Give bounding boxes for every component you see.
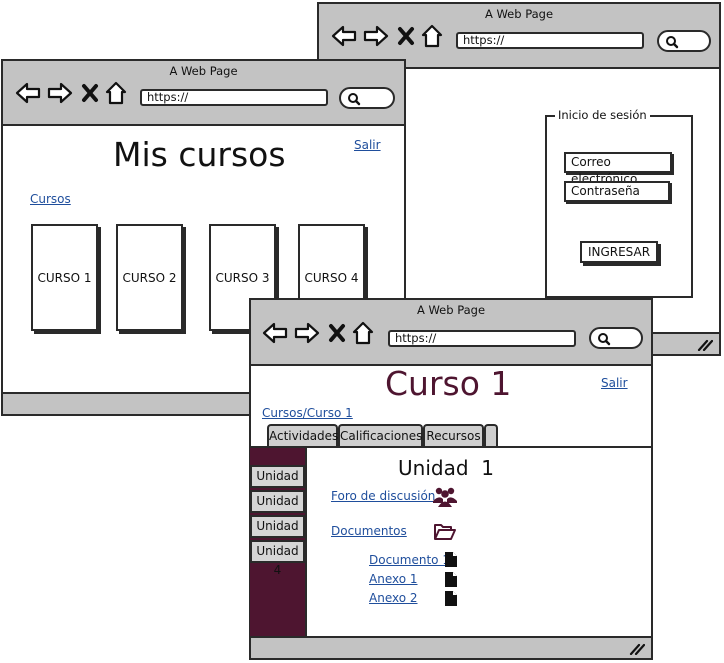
login-button-label: INGRESAR	[587, 245, 651, 259]
tab-label: Recursos	[426, 429, 481, 443]
window-title: A Web Page	[169, 64, 238, 78]
sidebar-item-unidad-4[interactable]: Unidad 4	[250, 540, 305, 577]
documents-link[interactable]: Documentos	[331, 524, 407, 538]
url-input[interactable]: https://	[388, 330, 576, 347]
forum-link[interactable]: Foro de discusión	[331, 489, 435, 503]
document-link-1[interactable]: Documento 1	[369, 553, 450, 567]
resize-grip-icon[interactable]	[629, 643, 645, 655]
back-icon[interactable]	[262, 321, 288, 345]
forward-icon[interactable]	[47, 81, 73, 105]
courses-window-titlebar: A Web Page https://	[3, 61, 404, 126]
course-card-label: CURSO 4	[304, 270, 359, 285]
sidebar-item-unidad-2[interactable]: Unidad 2	[250, 490, 305, 527]
search-box[interactable]	[657, 30, 711, 52]
course-card-label: CURSO 3	[215, 270, 270, 285]
login-button[interactable]: INGRESAR	[580, 241, 658, 263]
window-title: A Web Page	[484, 7, 554, 21]
sidebar-item-unidad-1[interactable]: Unidad 1	[250, 465, 305, 502]
email-field[interactable]: Correo electrónico	[564, 152, 672, 186]
course-card-2[interactable]: CURSO 2	[116, 224, 183, 331]
home-icon[interactable]	[352, 321, 374, 345]
stop-icon[interactable]	[81, 83, 99, 103]
home-icon[interactable]	[105, 81, 127, 105]
search-box[interactable]	[339, 87, 395, 109]
forward-icon[interactable]	[294, 321, 320, 345]
breadcrumb[interactable]: Cursos	[30, 192, 71, 206]
login-fieldset: Inicio de sesión	[545, 108, 693, 298]
folder-open-icon[interactable]	[433, 523, 457, 541]
tab-label: Calificaciones	[340, 429, 423, 443]
tab-recursos[interactable]: Recursos	[423, 424, 484, 446]
url-input[interactable]: https://	[140, 89, 328, 106]
tab-actividades[interactable]: Actividades	[267, 424, 338, 446]
tab-label: Actividades	[269, 429, 339, 443]
logout-link[interactable]: Salir	[354, 138, 381, 152]
back-icon[interactable]	[331, 24, 357, 48]
course-title: Curso 1	[385, 364, 512, 403]
course-card-1[interactable]: CURSO 1	[31, 224, 98, 331]
tab-calificaciones[interactable]: Calificaciones	[338, 424, 423, 446]
stop-icon[interactable]	[328, 323, 346, 343]
course-card-label: CURSO 1	[37, 270, 92, 285]
password-field[interactable]: Contraseña	[564, 181, 670, 202]
search-icon	[666, 36, 679, 49]
stop-icon[interactable]	[397, 26, 415, 46]
file-icon	[445, 591, 457, 606]
breadcrumb[interactable]: Cursos/Curso 1	[262, 406, 353, 420]
document-link-2[interactable]: Anexo 1	[369, 572, 418, 586]
nav-buttons	[331, 24, 443, 48]
nav-buttons	[15, 81, 127, 105]
forward-icon[interactable]	[363, 24, 389, 48]
status-bar	[251, 636, 651, 658]
back-icon[interactable]	[15, 81, 41, 105]
users-icon	[433, 487, 457, 507]
file-icon	[445, 572, 457, 587]
page-title: Mis cursos	[113, 135, 286, 174]
file-icon	[445, 552, 457, 567]
unit-heading: Unidad 1	[398, 456, 494, 480]
url-input[interactable]: https://	[456, 32, 644, 49]
logout-link[interactable]: Salir	[601, 376, 628, 390]
sidebar-item-unidad-3[interactable]: Unidad 3	[250, 515, 305, 552]
search-box[interactable]	[589, 327, 643, 349]
search-icon	[598, 333, 611, 346]
resize-grip-icon[interactable]	[697, 339, 713, 351]
tab-extra[interactable]	[484, 424, 498, 446]
document-link-3[interactable]: Anexo 2	[369, 591, 418, 605]
course-window-titlebar: A Web Page https://	[251, 300, 651, 366]
search-icon	[348, 93, 361, 106]
login-legend: Inicio de sesión	[555, 108, 650, 122]
course-card-label: CURSO 2	[122, 270, 177, 285]
home-icon[interactable]	[421, 24, 443, 48]
window-title: A Web Page	[416, 303, 486, 317]
nav-buttons	[262, 321, 374, 345]
